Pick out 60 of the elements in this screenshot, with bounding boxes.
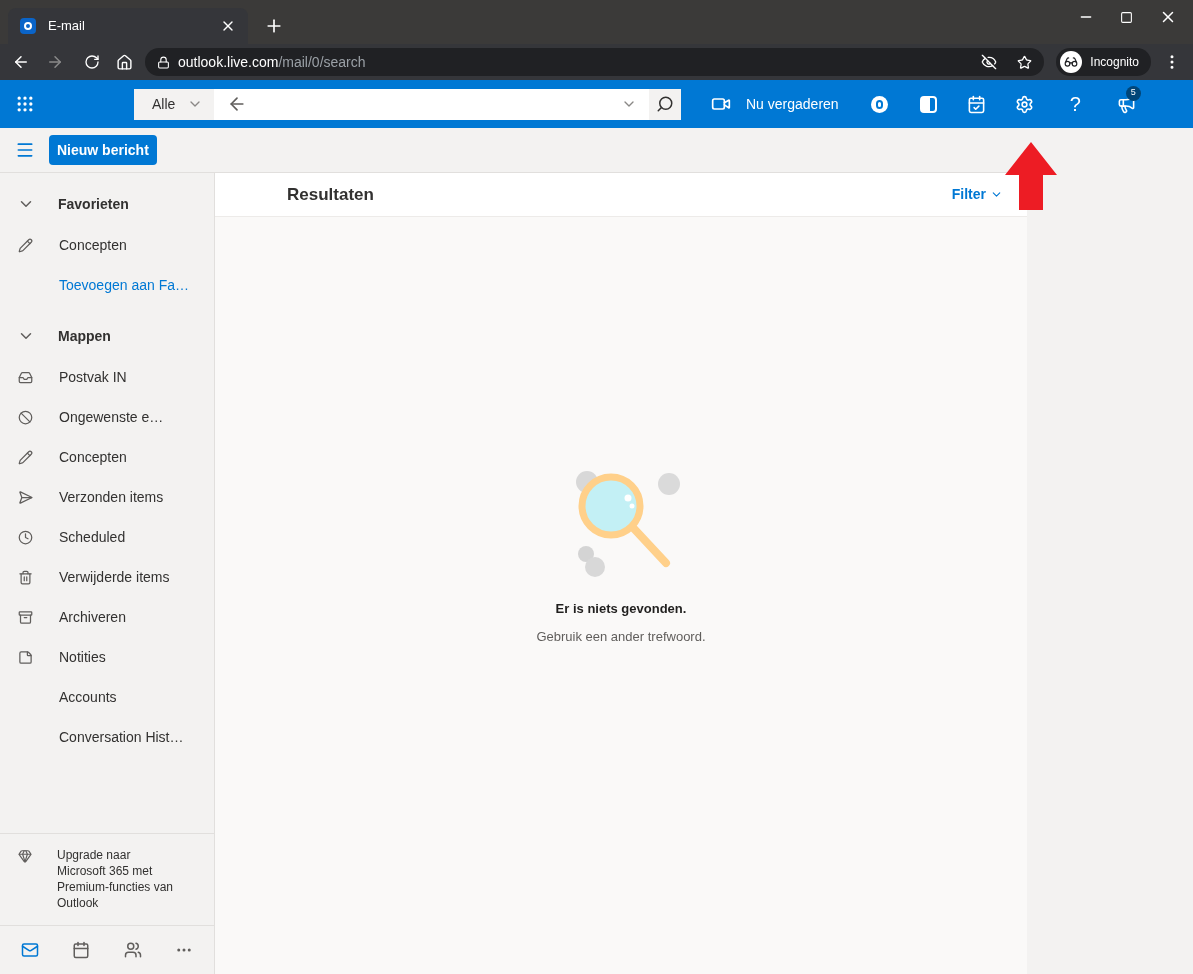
help-button[interactable]: ? [1069,89,1081,119]
clock-icon [17,529,33,545]
filter-button[interactable]: Filter [951,184,1003,205]
search-button[interactable] [649,88,681,120]
tab-title: E-mail [48,17,86,36]
send-icon [17,489,33,505]
search-box[interactable]: Alle [134,88,681,120]
folder-item[interactable]: Verzonden items [59,486,164,508]
app-launcher-icon[interactable] [15,94,35,114]
add-favorite-link[interactable]: Toevoegen aan Fa… [59,274,189,296]
inbox-icon [17,369,33,385]
folder-item[interactable]: Postvak IN [59,366,127,388]
forward-icon[interactable] [46,53,64,71]
mail-icon[interactable] [20,941,39,959]
folder-item[interactable]: Scheduled [59,526,126,548]
calendar-check-icon[interactable] [966,94,986,114]
trash-icon [17,569,33,585]
folder-item[interactable]: Accounts [59,686,117,708]
home-icon[interactable] [116,53,133,71]
search-icon [656,95,674,113]
folder-item[interactable]: Ongewenste e… [59,406,164,428]
folder-item[interactable]: Verwijderde items [59,566,170,588]
folder-item[interactable]: Archiveren [59,606,126,628]
maximize-icon[interactable] [1120,10,1133,24]
settings-icon[interactable] [1014,94,1034,114]
folder-item[interactable]: Concepten [59,446,127,468]
folder-group-header[interactable]: Favorieten [0,183,214,225]
note-icon [17,649,33,665]
folder-item[interactable]: Conversation Hist… [59,726,184,748]
folder-group-header[interactable]: Mappen [0,315,214,357]
reload-icon[interactable] [84,54,100,70]
star-icon[interactable] [1017,54,1033,70]
blocked-icon [17,409,33,425]
new-message-button[interactable]: Nieuw bericht [49,135,157,165]
url-text: outlook.live.com/mail/0/search [178,52,366,72]
folder-item[interactable]: Notities [59,646,106,668]
eye-off-icon[interactable] [981,54,998,70]
upgrade-text: Upgrade naar Microsoft 365 met Premium-functies van Outlook [57,847,175,912]
profile-button[interactable]: Incognito [1056,48,1151,76]
diamond-icon [18,849,32,863]
folder-item[interactable]: Concepten [59,234,127,256]
lock-icon [157,55,170,69]
pencil-icon [17,449,33,465]
up-arrow-icon [1005,142,1057,210]
empty-state-title: Er is niets gevonden. [555,600,687,618]
pencil-icon [17,237,33,253]
people-icon[interactable] [123,941,142,959]
outlook-logo-icon [20,18,36,34]
empty-state-hint: Gebruik een ander trefwoord. [536,627,706,646]
scope-dropdown[interactable]: Alle [134,88,214,120]
meet-now-button[interactable]: Nu vergaderen [746,93,839,115]
notification-badge: 5 [1125,85,1141,101]
address-bar[interactable]: outlook.live.com/mail/0/search [145,48,1045,76]
incognito-icon [1060,51,1083,73]
upgrade-banner[interactable]: Upgrade naar Microsoft 365 met Premium-functies van Outlook [0,833,214,926]
browser-tab[interactable]: E-mail [8,8,248,44]
back-icon[interactable] [12,53,30,71]
calendar-icon[interactable] [72,941,91,959]
results-title: Resultaten [287,183,374,206]
archive-icon [17,609,33,625]
